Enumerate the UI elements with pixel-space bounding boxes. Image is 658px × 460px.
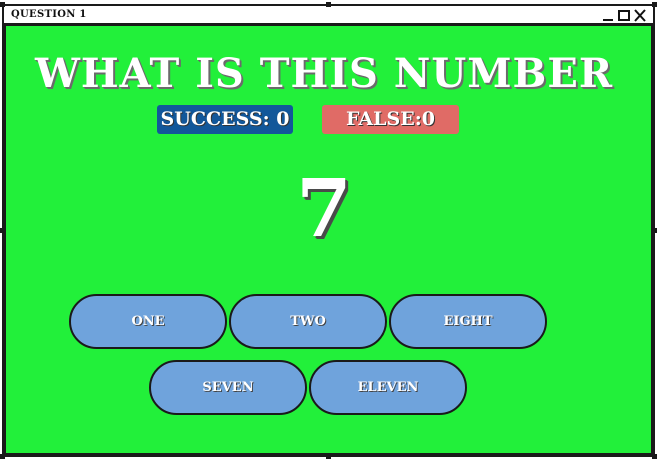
minimize-icon[interactable] — [601, 9, 615, 22]
close-icon[interactable] — [633, 9, 647, 22]
success-counter: SUCCESS: 0 — [157, 105, 293, 134]
answer-button-eight[interactable]: EIGHT — [389, 294, 547, 349]
title-bar: QUESTION 1 — [4, 6, 653, 26]
answer-button-eleven[interactable]: ELEVEN — [309, 360, 467, 415]
resize-handle-left[interactable] — [0, 228, 5, 233]
resize-handle-right[interactable] — [652, 228, 657, 233]
answer-button-two[interactable]: TWO — [229, 294, 387, 349]
app-window: QUESTION 1 WHAT IS THIS NUMBER SUCCESS: … — [2, 4, 655, 457]
window-title: QUESTION 1 — [11, 9, 87, 20]
maximize-icon[interactable] — [617, 9, 631, 22]
answer-button-one[interactable]: ONE — [69, 294, 227, 349]
resize-handle-bottom-right[interactable] — [652, 454, 657, 459]
answer-button-seven[interactable]: SEVEN — [149, 360, 307, 415]
resize-handle-top-right[interactable] — [652, 2, 657, 7]
page-title: WHAT IS THIS NUMBER — [34, 50, 614, 97]
resize-handle-top[interactable] — [326, 2, 331, 7]
question-number: 7 — [296, 161, 352, 255]
false-counter: FALSE:0 — [322, 105, 459, 134]
resize-handle-bottom-left[interactable] — [0, 454, 5, 459]
resize-handle-top-left[interactable] — [0, 2, 5, 7]
game-area: WHAT IS THIS NUMBER SUCCESS: 0 FALSE:0 7… — [4, 26, 653, 455]
resize-handle-bottom[interactable] — [326, 454, 331, 459]
